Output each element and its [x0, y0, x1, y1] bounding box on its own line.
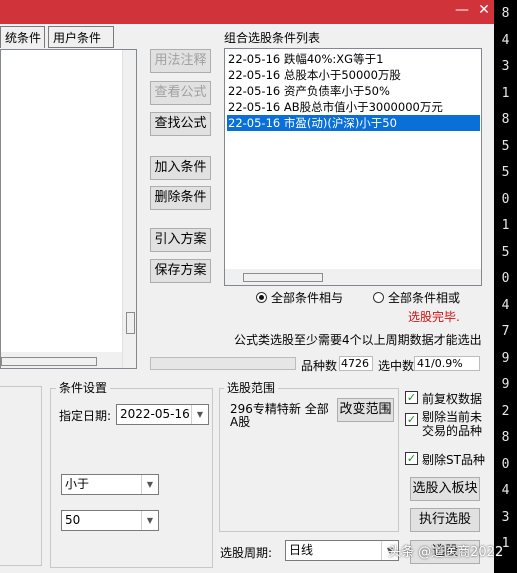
title-bar: — ✕ — [0, 0, 517, 24]
total-count-label: 品种数 — [301, 359, 338, 373]
minimize-button[interactable]: — — [452, 2, 472, 18]
add-condition-button[interactable]: 加入条件 — [150, 156, 211, 180]
list-item-selected[interactable]: 22-05-16 市盈(动)(沪深)小于50 — [227, 115, 480, 131]
background-digit: 0 — [501, 456, 510, 472]
background-digit: 0 — [501, 271, 510, 286]
usage-notes-button[interactable]: 用法注释 — [150, 49, 211, 73]
background-digit-strip: 843185501504799280431 — [494, 0, 517, 573]
date-picker[interactable]: 2022-05-16 ▼ — [116, 404, 209, 425]
date-value: 2022-05-16 — [120, 407, 190, 421]
chevron-down-icon[interactable]: ▼ — [141, 475, 158, 494]
background-digit: 9 — [501, 350, 510, 366]
chevron-down-icon[interactable]: ▼ — [141, 511, 158, 530]
background-digit: 1 — [501, 85, 510, 101]
list-item[interactable]: 22-05-16 跌幅40%:XG等于1 — [227, 51, 480, 67]
list-item[interactable]: 22-05-16 资产负债率小于50% — [227, 83, 480, 99]
find-formula-button[interactable]: 查找公式 — [150, 112, 211, 136]
background-digit: 3 — [501, 509, 510, 525]
horizontal-scrollbar[interactable] — [1, 352, 122, 368]
operator-select[interactable]: 小于 ▼ — [61, 474, 159, 495]
selected-count-label: 选中数 — [378, 359, 415, 373]
background-digit: 0 — [501, 191, 510, 207]
import-plan-button[interactable]: 引入方案 — [150, 228, 211, 252]
background-digit: 8 — [501, 430, 510, 445]
value-select[interactable]: 50 ▼ — [61, 510, 159, 531]
exclude-st-checkbox[interactable]: ✓ — [405, 452, 418, 465]
add-to-board-button[interactable]: 选股入板块 — [410, 477, 480, 501]
selection-range-legend: 选股范围 — [224, 379, 279, 396]
save-plan-button[interactable]: 保存方案 — [150, 259, 211, 283]
period-select[interactable]: 日线 ▼ — [285, 540, 399, 561]
watermark: 头条 @道医商2022 — [388, 545, 504, 560]
change-range-button[interactable]: 改变范围 — [337, 398, 394, 422]
background-digit: 7 — [501, 324, 510, 339]
date-label: 指定日期: — [59, 409, 112, 423]
view-formula-button[interactable]: 查看公式 — [150, 81, 211, 105]
all-and-label[interactable]: 全部条件相与 — [271, 289, 343, 306]
all-and-radio[interactable] — [256, 292, 267, 303]
selected-count-value: 41/0.9% — [414, 356, 480, 371]
background-digit: 9 — [501, 377, 510, 392]
background-digit: 4 — [501, 483, 510, 498]
progress-bar — [150, 357, 296, 370]
background-digit: 4 — [501, 297, 510, 313]
period-value: 日线 — [289, 543, 314, 557]
background-digit: 4 — [501, 32, 510, 48]
range-text: 296专精特新 全部A股 — [230, 402, 329, 429]
tab-system-conditions[interactable]: 统条件 — [0, 26, 45, 48]
list-horizontal-scrollbar[interactable] — [225, 269, 481, 285]
total-count-value: 4726 — [339, 356, 373, 371]
vertical-scrollbar[interactable] — [122, 50, 136, 368]
pre-adjust-checkbox[interactable]: ✓ — [405, 391, 418, 404]
condition-list-title: 组合选股条件列表 — [224, 31, 321, 45]
background-digit: 2 — [501, 403, 510, 419]
scroll-thumb[interactable] — [126, 312, 135, 334]
tab-user-conditions[interactable]: 用户条件 — [48, 26, 114, 48]
all-or-label[interactable]: 全部条件相或 — [388, 289, 460, 306]
background-digit: 5 — [501, 138, 510, 154]
pre-adjust-label[interactable]: 前复权数据 — [422, 390, 482, 407]
exclude-st-label[interactable]: 剔除ST品种 — [422, 451, 485, 468]
background-digit: 5 — [501, 165, 510, 180]
list-item[interactable]: 22-05-16 总股本小于50000万股 — [227, 67, 480, 83]
all-or-radio[interactable] — [373, 292, 384, 303]
background-digit: 8 — [501, 112, 510, 127]
data-requirement-notice: 公式类选股至少需要4个以上周期数据才能选出 — [234, 333, 482, 347]
scroll-thumb-h[interactable] — [1, 357, 97, 366]
selection-done-text: 选股完毕. — [408, 310, 460, 324]
exclude-suspended-checkbox[interactable]: ✓ — [405, 413, 418, 426]
run-selection-button[interactable]: 执行选股 — [410, 508, 480, 532]
condition-tree-panel[interactable] — [0, 49, 137, 369]
background-digit: 3 — [501, 59, 510, 74]
delete-condition-button[interactable]: 删除条件 — [150, 186, 211, 210]
operator-value: 小于 — [65, 477, 90, 491]
background-digit: 8 — [501, 6, 510, 21]
close-icon[interactable]: ✕ — [474, 2, 494, 18]
background-digit: 1 — [501, 218, 510, 233]
value-value: 50 — [65, 513, 81, 527]
exclude-suspended-label[interactable]: 剔除当前未交易的品种 — [422, 410, 484, 438]
list-item[interactable]: 22-05-16 AB股总市值小于3000000万元 — [227, 99, 480, 115]
condition-list[interactable]: 22-05-16 跌幅40%:XG等于1 22-05-16 总股本小于50000… — [224, 48, 482, 286]
period-label: 选股周期: — [220, 546, 273, 560]
condition-selection-dialog: 统条件 用户条件 用法注释 查看公式 查找公式 加入条件 删除条件 引入方案 保… — [0, 24, 494, 573]
condition-settings-legend: 条件设置 — [56, 379, 111, 396]
left-blank-group — [0, 386, 42, 566]
chevron-down-icon[interactable]: ▼ — [191, 405, 208, 424]
list-scroll-thumb[interactable] — [243, 273, 323, 282]
background-digit: 5 — [501, 244, 510, 260]
